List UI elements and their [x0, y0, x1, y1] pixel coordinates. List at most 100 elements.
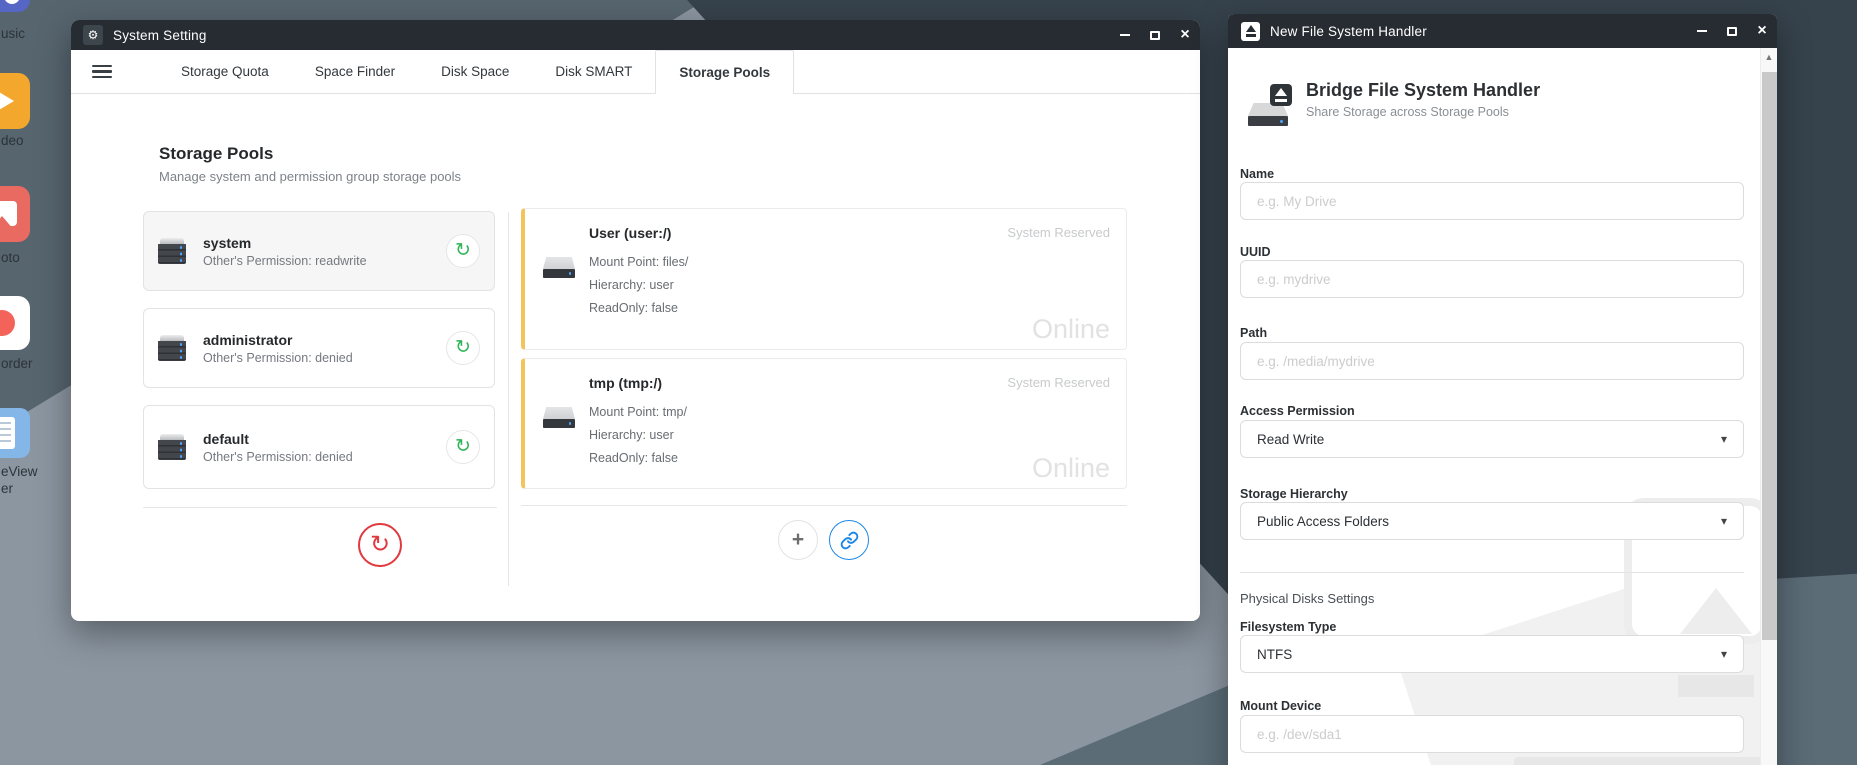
eject-disk-icon: [1241, 22, 1260, 41]
online-status: Online: [1032, 314, 1110, 345]
pool-card-default[interactable]: default Other's Permission: denied ↻: [143, 405, 495, 489]
recorder-app-label: order: [1, 356, 33, 371]
window-title: System Setting: [113, 28, 207, 43]
mount-title: User (user:/): [589, 225, 671, 241]
close-button[interactable]: ×: [1170, 20, 1200, 50]
maximize-icon: [1727, 27, 1737, 36]
mount-device-label: Mount Device: [1240, 699, 1321, 713]
pool-permission: Other's Permission: denied: [203, 351, 353, 365]
storage-hierarchy-label: Storage Hierarchy: [1240, 487, 1348, 501]
link-icon: [840, 531, 859, 550]
uuid-field[interactable]: [1240, 260, 1744, 298]
system-setting-window: ⚙ System Setting × Storage Quota Space F…: [71, 20, 1200, 621]
music-app-label: usic: [1, 26, 25, 41]
minimize-icon: [1120, 34, 1130, 36]
mount-point-row: Mount Point: files/: [589, 251, 688, 274]
divider: [521, 505, 1127, 506]
system-setting-titlebar[interactable]: ⚙ System Setting ×: [71, 20, 1200, 50]
refresh-pools-button[interactable]: ↻: [358, 523, 402, 567]
pool-permission: Other's Permission: readwrite: [203, 254, 367, 268]
sync-button[interactable]: ↻: [446, 331, 480, 365]
tab-storage-pools[interactable]: Storage Pools: [655, 50, 794, 94]
sync-button[interactable]: ↻: [446, 234, 480, 268]
window-title: New File System Handler: [1270, 24, 1427, 39]
link-mount-button[interactable]: [829, 520, 869, 560]
drive-icon: [543, 407, 575, 428]
hierarchy-row: Hierarchy: user: [589, 274, 688, 297]
pool-name: default: [203, 431, 353, 447]
minimize-button[interactable]: [1687, 14, 1717, 48]
access-permission-select[interactable]: Read Write ▾: [1240, 420, 1744, 458]
pool-permission: Other's Permission: denied: [203, 450, 353, 464]
pool-card-system[interactable]: system Other's Permission: readwrite ↻: [143, 211, 495, 291]
tab-disk-smart[interactable]: Disk SMART: [532, 50, 655, 93]
mount-card-user[interactable]: User (user:/) System Reserved Mount Poin…: [521, 208, 1127, 350]
mount-device-field[interactable]: [1240, 715, 1744, 753]
handler-subheading: Share Storage across Storage Pools: [1306, 105, 1706, 119]
system-reserved-badge: System Reserved: [1007, 225, 1110, 240]
menu-icon[interactable]: [92, 65, 112, 79]
mount-point-row: Mount Point: tmp/: [589, 401, 687, 424]
divider: [143, 507, 497, 508]
scrollbar[interactable]: ▲: [1760, 48, 1777, 765]
uuid-label: UUID: [1240, 245, 1271, 259]
mount-title: tmp (tmp:/): [589, 375, 662, 391]
photo-app-label: oto: [1, 250, 20, 265]
storage-pool-icon: [158, 238, 186, 264]
close-icon: ×: [1180, 27, 1189, 43]
storage-hierarchy-select[interactable]: Public Access Folders ▾: [1240, 502, 1744, 540]
tab-space-finder[interactable]: Space Finder: [292, 50, 418, 93]
photo-app-icon[interactable]: [0, 186, 30, 242]
access-permission-value: Read Write: [1257, 432, 1324, 447]
scrollbar-thumb[interactable]: [1762, 72, 1777, 640]
tab-storage-quota[interactable]: Storage Quota: [158, 50, 292, 93]
divider: [1240, 572, 1744, 573]
handler-titlebar[interactable]: New File System Handler ×: [1228, 14, 1777, 48]
chevron-down-icon: ▾: [1721, 432, 1727, 446]
video-app-label: deo: [1, 133, 24, 148]
pool-name: administrator: [203, 332, 353, 348]
pool-card-administrator[interactable]: administrator Other's Permission: denied…: [143, 308, 495, 388]
handler-heading: Bridge File System Handler: [1306, 80, 1706, 101]
close-button[interactable]: ×: [1747, 14, 1777, 48]
new-file-system-handler-window: New File System Handler ×: [1228, 14, 1777, 765]
close-icon: ×: [1757, 23, 1766, 39]
hierarchy-row: Hierarchy: user: [589, 424, 687, 447]
access-permission-label: Access Permission: [1240, 404, 1355, 418]
minimize-button[interactable]: [1110, 20, 1140, 50]
page-title: Storage Pools: [159, 144, 461, 164]
add-mount-button[interactable]: +: [778, 520, 818, 560]
gear-icon: ⚙: [83, 25, 103, 45]
document-glyph: [0, 417, 15, 449]
mount-card-tmp[interactable]: tmp (tmp:/) System Reserved Mount Point:…: [521, 358, 1127, 489]
readonly-row: ReadOnly: false: [589, 447, 687, 470]
filesystem-type-select[interactable]: NTFS ▾: [1240, 635, 1744, 673]
page-subtitle: Manage system and permission group stora…: [159, 169, 461, 184]
maximize-icon: [1150, 31, 1160, 40]
system-reserved-badge: System Reserved: [1007, 375, 1110, 390]
storage-pool-icon: [158, 434, 186, 460]
readonly-row: ReadOnly: false: [589, 297, 688, 320]
fileviewer-app-label2: er: [1, 481, 13, 496]
recorder-app-icon[interactable]: [0, 296, 30, 350]
maximize-button[interactable]: [1717, 14, 1747, 48]
photo-glyph: [0, 201, 17, 226]
scroll-up-icon[interactable]: ▲: [1761, 52, 1777, 62]
video-app-icon[interactable]: [0, 73, 30, 129]
tab-disk-space[interactable]: Disk Space: [418, 50, 532, 93]
storage-pool-icon: [158, 335, 186, 361]
maximize-button[interactable]: [1140, 20, 1170, 50]
name-field[interactable]: [1240, 182, 1744, 220]
chevron-down-icon: ▾: [1721, 647, 1727, 661]
fileviewer-app-label: eView: [1, 464, 38, 479]
bridge-handler-icon: [1248, 84, 1294, 126]
fileviewer-app-icon[interactable]: [0, 408, 30, 458]
physical-disks-settings-label: Physical Disks Settings: [1240, 591, 1374, 606]
chevron-down-icon: ▾: [1721, 514, 1727, 528]
path-field[interactable]: [1240, 342, 1744, 380]
name-label: Name: [1240, 167, 1274, 181]
sync-button[interactable]: ↻: [446, 430, 480, 464]
storage-hierarchy-value: Public Access Folders: [1257, 514, 1389, 529]
tab-bar: Storage Quota Space Finder Disk Space Di…: [71, 50, 1200, 94]
minimize-icon: [1697, 30, 1707, 32]
